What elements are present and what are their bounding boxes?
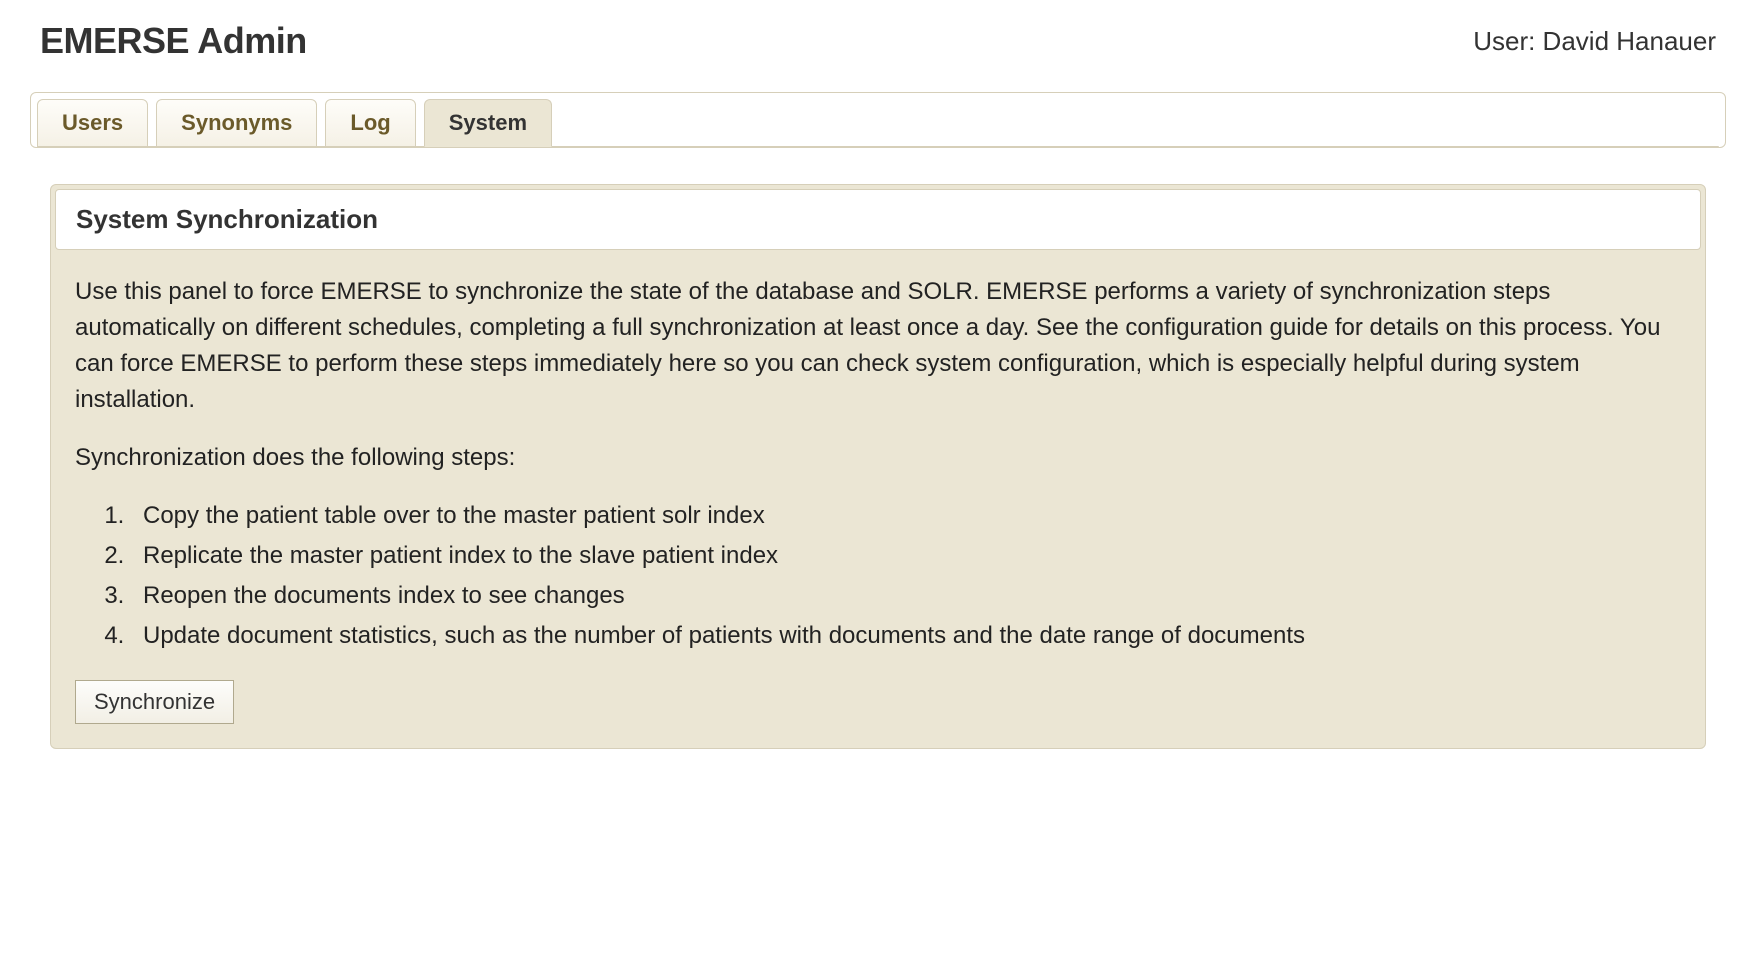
panel-description: Use this panel to force EMERSE to synchr… <box>75 274 1681 418</box>
tab-users[interactable]: Users <box>37 99 148 147</box>
panel-title: System Synchronization <box>55 189 1701 250</box>
step-item: Reopen the documents index to see change… <box>131 578 1681 614</box>
sync-panel: System Synchronization Use this panel to… <box>50 184 1706 749</box>
step-item: Copy the patient table over to the maste… <box>131 498 1681 534</box>
tab-bar: Users Synonyms Log System <box>37 99 1719 147</box>
step-item: Replicate the master patient index to th… <box>131 538 1681 574</box>
tab-container: Users Synonyms Log System <box>30 92 1726 148</box>
content-area: System Synchronization Use this panel to… <box>30 184 1726 769</box>
panel-body: Use this panel to force EMERSE to synchr… <box>51 254 1705 748</box>
user-info: User: David Hanauer <box>1473 26 1716 57</box>
steps-intro: Synchronization does the following steps… <box>75 440 1681 476</box>
tab-system[interactable]: System <box>424 99 552 147</box>
synchronize-button[interactable]: Synchronize <box>75 680 234 724</box>
tab-log[interactable]: Log <box>325 99 415 147</box>
tab-synonyms[interactable]: Synonyms <box>156 99 317 147</box>
step-item: Update document statistics, such as the … <box>131 618 1681 654</box>
header: EMERSE Admin User: David Hanauer <box>30 20 1726 62</box>
app-title: EMERSE Admin <box>40 20 307 62</box>
steps-list: Copy the patient table over to the maste… <box>131 498 1681 654</box>
